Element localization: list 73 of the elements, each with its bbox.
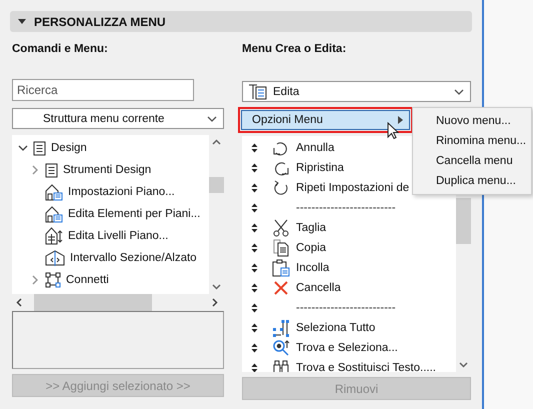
section-header[interactable]: PERSONALIZZA MENU — [10, 11, 472, 32]
menu-command-label[interactable]: Cancella — [296, 282, 341, 294]
scroll-thumb[interactable] — [456, 198, 471, 244]
tree-item-label[interactable]: Impostazioni Piano... — [68, 186, 175, 198]
chevron-down-icon[interactable] — [454, 88, 464, 94]
view-dropdown[interactable]: Struttura menu corrente — [12, 108, 224, 129]
submenu-item[interactable]: Duplica menu... — [413, 171, 531, 191]
submenu-item[interactable]: Nuovo menu... — [413, 111, 531, 131]
menu-dropdown[interactable]: Edita — [242, 81, 471, 102]
scissors-icon — [272, 219, 290, 237]
repeat-icon — [272, 179, 290, 197]
submenu-arrow-icon — [398, 116, 403, 124]
search-field[interactable]: Ricerca — [12, 79, 194, 101]
separator-item[interactable]: -------------------------- — [296, 202, 396, 214]
reorder-handle-icon[interactable] — [250, 343, 258, 353]
scroll-thumb[interactable] — [209, 176, 224, 192]
tree-item-label[interactable]: Intervallo Sezione/Alzato — [70, 252, 197, 264]
menu-command-label[interactable]: Ripristina — [296, 162, 344, 174]
scroll-down-icon[interactable] — [459, 362, 468, 368]
reorder-handle-icon[interactable] — [250, 243, 258, 253]
tree-item-label[interactable]: Connetti — [66, 274, 109, 286]
menu-command-label[interactable]: Trova e Sostituisci Testo..... — [296, 362, 436, 372]
tree-item-label[interactable]: Edita Elementi per Piani... — [68, 208, 200, 220]
scroll-thumb[interactable] — [34, 294, 152, 311]
find-magnifier-icon — [272, 339, 290, 357]
section-title: PERSONALIZZA MENU — [34, 14, 166, 28]
floor-plan-edit-icon — [45, 205, 63, 223]
scroll-down-icon[interactable] — [212, 284, 221, 290]
delete-x-icon — [272, 279, 290, 297]
menu-command-label[interactable]: Incolla — [296, 262, 330, 274]
reorder-handle-icon[interactable] — [250, 183, 258, 193]
scroll-left-icon[interactable] — [16, 298, 22, 307]
scroll-right-icon[interactable] — [212, 298, 218, 307]
reorder-handle-icon[interactable] — [250, 303, 258, 313]
menu-command-label[interactable]: Annulla — [296, 142, 334, 154]
menu-command-label[interactable]: Copia — [296, 242, 326, 254]
reorder-handle-icon[interactable] — [250, 323, 258, 333]
scroll-up-icon[interactable] — [212, 139, 221, 145]
reorder-handle-icon[interactable] — [250, 223, 258, 233]
tree-item-label[interactable]: Design — [51, 142, 87, 154]
menu-list-icon — [249, 84, 269, 100]
reorder-handle-icon[interactable] — [250, 143, 258, 153]
column-label: Menu Crea o Edita: — [242, 43, 348, 57]
select-all-icon — [272, 319, 290, 337]
separator-item[interactable]: -------------------------- — [296, 302, 396, 314]
copy-icon — [272, 239, 290, 257]
section-house-icon — [45, 250, 65, 266]
chevron-right-icon[interactable] — [32, 165, 38, 175]
chevron-down-icon[interactable] — [207, 116, 217, 122]
submenu-item[interactable]: Rinomina menu... — [413, 131, 531, 151]
connect-nodes-icon — [45, 272, 61, 288]
reorder-handle-icon[interactable] — [250, 163, 258, 173]
menu-command-label[interactable]: Trova e Seleziona... — [296, 342, 398, 354]
reorder-handle-icon[interactable] — [250, 263, 258, 273]
menu-command-label[interactable]: Ripeti Impostazioni de — [296, 182, 410, 194]
reorder-handle-icon[interactable] — [250, 283, 258, 293]
chevron-down-icon[interactable] — [18, 145, 28, 151]
menu-command-label[interactable]: Taglia — [296, 222, 326, 234]
tree-item-label[interactable]: Strumenti Design — [63, 164, 152, 176]
menu-options-item[interactable]: Opzioni Menu — [241, 110, 410, 130]
menu-command-label[interactable]: Seleziona Tutto — [296, 322, 376, 334]
list-document-icon — [33, 140, 46, 156]
chevron-right-icon[interactable] — [32, 275, 38, 285]
column-label: Comandi e Menu: — [12, 43, 109, 57]
list-document-icon — [45, 162, 58, 178]
tree-item-label[interactable]: Edita Livelli Piano... — [68, 230, 168, 242]
collapse-triangle-icon[interactable] — [18, 19, 26, 24]
paste-icon — [272, 259, 290, 277]
submenu-item[interactable]: Cancella menu — [413, 151, 531, 171]
reorder-handle-icon[interactable] — [250, 203, 258, 213]
floor-plan-icon — [45, 183, 63, 201]
building-levels-icon — [45, 227, 63, 245]
reorder-handle-icon[interactable] — [250, 363, 258, 372]
